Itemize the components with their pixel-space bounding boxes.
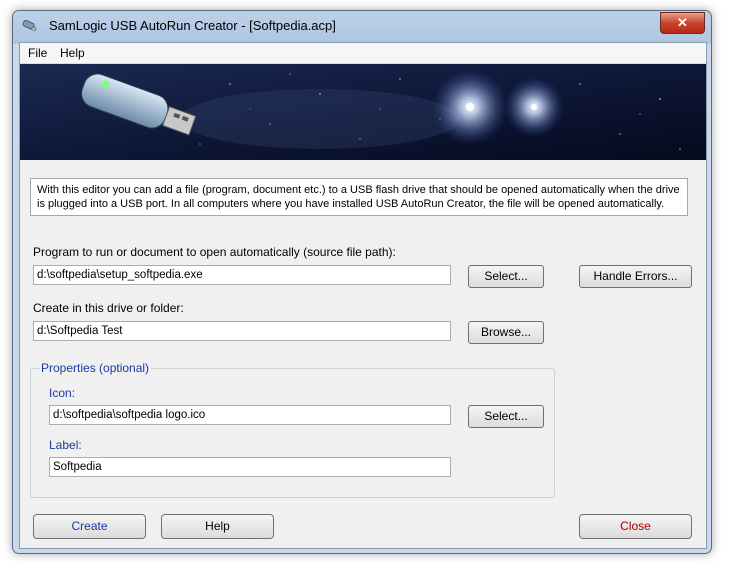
create-button[interactable]: Create: [33, 514, 146, 539]
window-close-button[interactable]: ✕: [660, 12, 705, 34]
menu-help[interactable]: Help: [60, 46, 85, 60]
drive-label-input[interactable]: Softpedia: [49, 457, 451, 477]
help-button[interactable]: Help: [161, 514, 274, 539]
menu-bar: File Help: [20, 43, 706, 64]
client-area: File Help With this editor you can add a…: [19, 42, 707, 549]
properties-group-title: Properties (optional): [39, 361, 152, 375]
usb-app-icon: [22, 20, 37, 32]
drive-label-label: Label:: [49, 438, 82, 452]
icon-label: Icon:: [49, 386, 76, 400]
handle-errors-button[interactable]: Handle Errors...: [579, 265, 692, 288]
window-title: SamLogic USB AutoRun Creator - [Softpedi…: [49, 18, 336, 33]
browse-button[interactable]: Browse...: [468, 321, 544, 344]
close-icon: ✕: [677, 15, 688, 30]
target-folder-input[interactable]: d:\Softpedia Test: [33, 321, 451, 341]
icon-path-input[interactable]: d:\softpedia\softpedia logo.ico: [49, 405, 451, 425]
source-path-label: Program to run or document to open autom…: [33, 245, 396, 259]
icon-select-button[interactable]: Select...: [468, 405, 544, 428]
info-description: With this editor you can add a file (pro…: [30, 178, 688, 216]
close-button[interactable]: Close: [579, 514, 692, 539]
source-path-input[interactable]: d:\softpedia\setup_softpedia.exe: [33, 265, 451, 285]
title-bar[interactable]: SamLogic USB AutoRun Creator - [Softpedi…: [13, 11, 711, 44]
target-folder-label: Create in this drive or folder:: [33, 301, 184, 315]
menu-file[interactable]: File: [28, 46, 47, 60]
app-window: SamLogic USB AutoRun Creator - [Softpedi…: [12, 10, 712, 554]
header-banner: [20, 64, 706, 160]
source-select-button[interactable]: Select...: [468, 265, 544, 288]
properties-group: Properties (optional) Icon: d:\softpedia…: [30, 361, 555, 498]
